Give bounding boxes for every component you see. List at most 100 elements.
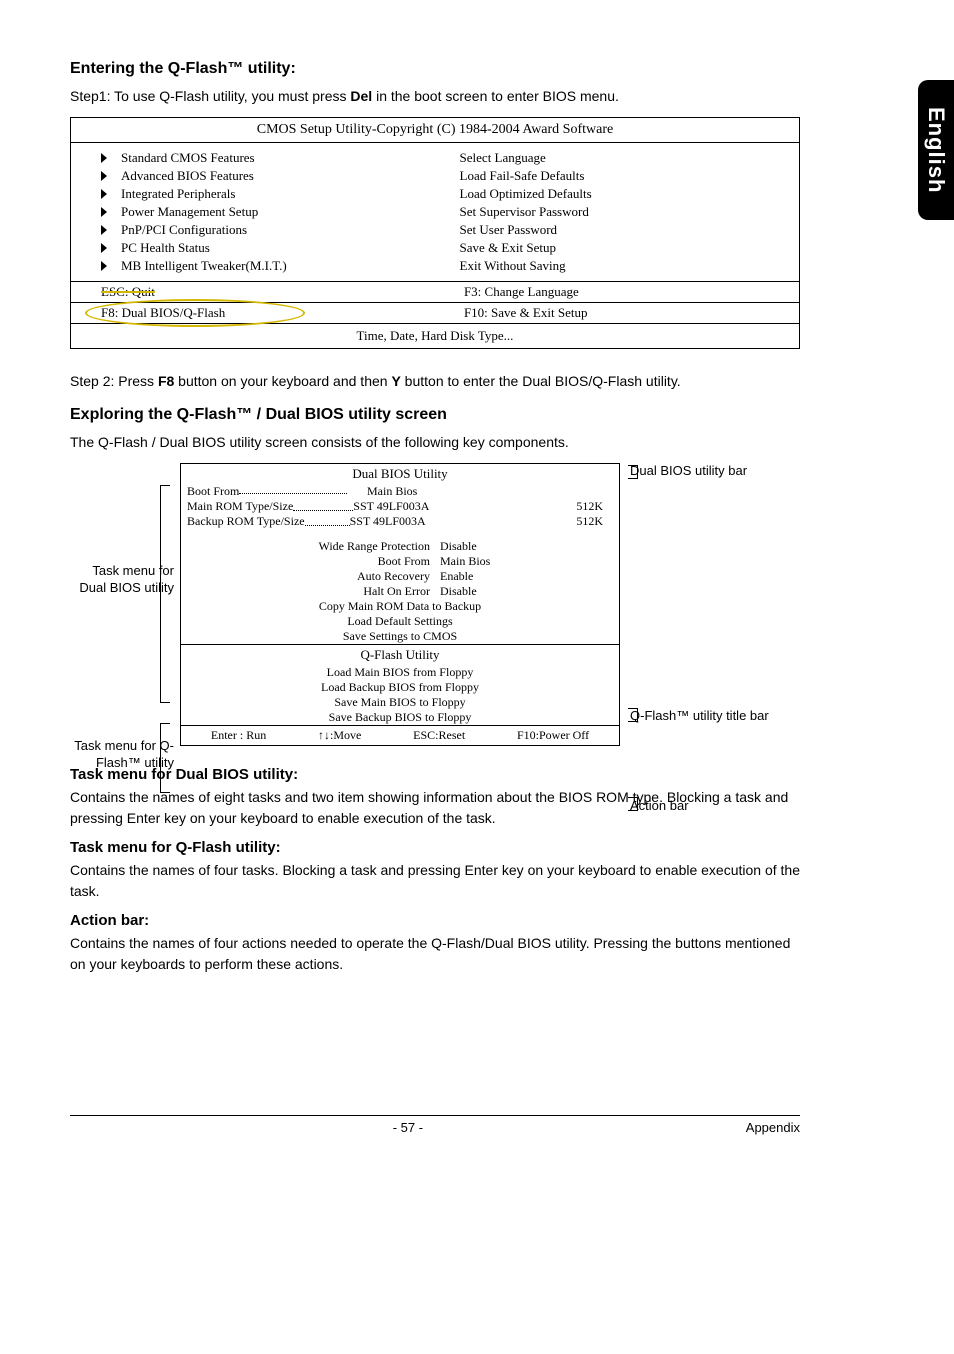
cmos-item-power[interactable]: Power Management Setup xyxy=(101,203,440,221)
pair-value: Enable xyxy=(440,569,540,584)
triangle-icon xyxy=(101,207,107,217)
boot-from-row: Boot From Main Bios xyxy=(181,484,619,499)
sec1-paragraph: Contains the names of eight tasks and tw… xyxy=(70,787,800,829)
cmos-item-label: Exit Without Saving xyxy=(460,258,566,274)
backup-rom-label: Backup ROM Type/Size xyxy=(187,514,305,529)
sec3-paragraph: Contains the names of four actions neede… xyxy=(70,933,800,975)
cmos-item-label: Load Fail-Safe Defaults xyxy=(460,168,585,184)
qflash-task-save-backup[interactable]: Save Backup BIOS to Floppy xyxy=(181,710,619,725)
boot-from-label: Boot From xyxy=(187,484,239,499)
label-dual-bios-task-menu: Task menu for Dual BIOS utility xyxy=(70,563,174,597)
key-esc-quit: ESC: Quit xyxy=(101,284,155,299)
dual-task-copy[interactable]: Copy Main ROM Data to Backup xyxy=(181,599,619,614)
cmos-item-exit-nosave[interactable]: Exit Without Saving xyxy=(460,257,789,275)
cmos-item-pnp[interactable]: PnP/PCI Configurations xyxy=(101,221,440,239)
pair-row[interactable]: Wide Range Protection Disable xyxy=(181,539,619,554)
cmos-item-save-exit[interactable]: Save & Exit Setup xyxy=(460,239,789,257)
dual-task-load-default[interactable]: Load Default Settings xyxy=(181,614,619,629)
bracket-left-icon xyxy=(160,723,170,793)
cmos-item-failsafe[interactable]: Load Fail-Safe Defaults xyxy=(460,167,789,185)
triangle-icon xyxy=(101,171,107,181)
cmos-item-label: Set Supervisor Password xyxy=(460,204,589,220)
main-rom-chip: SST 49LF003A xyxy=(353,499,429,514)
sec2-heading: Task menu for Q-Flash utility: xyxy=(70,839,800,856)
step2-y-key: Y xyxy=(391,373,400,389)
pair-label: Wide Range Protection xyxy=(260,539,430,554)
cmos-right-column: Select Language Load Fail-Safe Defaults … xyxy=(450,143,799,281)
step1-pre: Step1: To use Q-Flash utility, you must … xyxy=(70,88,350,104)
pair-value: Disable xyxy=(440,584,540,599)
cmos-item-label: PC Health Status xyxy=(121,240,210,256)
pair-row[interactable]: Boot FromMain Bios xyxy=(181,554,619,569)
label-dual-bios-bar: Dual BIOS utility bar xyxy=(630,463,747,478)
triangle-icon xyxy=(101,153,107,163)
dual-bios-title: Dual BIOS Utility xyxy=(181,464,619,484)
step1-post: in the boot screen to enter BIOS menu. xyxy=(372,88,619,104)
pair-label: Auto Recovery xyxy=(260,569,430,584)
cmos-columns: Standard CMOS Features Advanced BIOS Fea… xyxy=(71,143,799,282)
step2-pre: Step 2: Press xyxy=(70,373,158,389)
action-enter: Enter : Run xyxy=(211,728,266,743)
heading-exploring: Exploring the Q-Flash™ / Dual BIOS utili… xyxy=(70,406,800,424)
cmos-item-label: Integrated Peripherals xyxy=(121,186,235,202)
language-side-tab: English xyxy=(918,80,954,220)
triangle-icon xyxy=(101,243,107,253)
cmos-title: CMOS Setup Utility-Copyright (C) 1984-20… xyxy=(71,118,799,143)
footer-section: Appendix xyxy=(746,1120,800,1135)
cmos-item-mit[interactable]: MB Intelligent Tweaker(M.I.T.) xyxy=(101,257,440,275)
label-action-bar: Action bar xyxy=(630,798,689,813)
cmos-item-optimized[interactable]: Load Optimized Defaults xyxy=(460,185,789,203)
pair-row[interactable]: Auto Recovery Enable xyxy=(181,569,619,584)
qflash-task-load-backup[interactable]: Load Backup BIOS from Floppy xyxy=(181,680,619,695)
sec3-heading: Action bar: xyxy=(70,912,800,929)
step2-f8-key: F8 xyxy=(158,373,174,389)
cmos-item-advanced[interactable]: Advanced BIOS Features xyxy=(101,167,440,185)
side-tab-text: English xyxy=(923,107,949,193)
explore-paragraph: The Q-Flash / Dual BIOS utility screen c… xyxy=(70,432,800,453)
heading-entering-qflash: Entering the Q-Flash™ utility: xyxy=(70,60,800,78)
cmos-item-label: MB Intelligent Tweaker(M.I.T.) xyxy=(121,258,287,274)
pair-row[interactable]: Halt On Error Disable xyxy=(181,584,619,599)
cmos-item-label: Advanced BIOS Features xyxy=(121,168,254,184)
dotted-fill xyxy=(293,501,353,511)
footer-page-number: - 57 - xyxy=(393,1120,423,1135)
qflash-task-save-main[interactable]: Save Main BIOS to Floppy xyxy=(181,695,619,710)
key-f10-saveexit: F10: Save & Exit Setup xyxy=(464,305,799,321)
sec2-paragraph: Contains the names of four tasks. Blocki… xyxy=(70,860,800,902)
cmos-item-pchealth[interactable]: PC Health Status xyxy=(101,239,440,257)
right-labels: Dual BIOS utility bar Q-Flash™ utility t… xyxy=(620,463,790,746)
bracket-left-icon xyxy=(160,485,170,703)
dual-task-save-cmos[interactable]: Save Settings to CMOS xyxy=(181,629,619,644)
cmos-item-supervisor[interactable]: Set Supervisor Password xyxy=(460,203,789,221)
cmos-item-integrated[interactable]: Integrated Peripherals xyxy=(101,185,440,203)
main-rom-size: 512K xyxy=(533,499,613,514)
pair-label: Halt On Error xyxy=(260,584,430,599)
main-rom-label: Main ROM Type/Size xyxy=(187,499,293,514)
cmos-item-label: PnP/PCI Configurations xyxy=(121,222,247,238)
triangle-icon xyxy=(101,261,107,271)
action-bar: Enter : Run ↑↓:Move ESC:Reset F10:Power … xyxy=(181,725,619,745)
page-footer: - 57 - Appendix xyxy=(70,1115,800,1135)
action-f10: F10:Power Off xyxy=(517,728,589,743)
dotted-fill xyxy=(305,516,350,526)
cmos-footer: Time, Date, Hard Disk Type... xyxy=(71,324,799,348)
triangle-icon xyxy=(101,225,107,235)
action-move: ↑↓:Move xyxy=(318,728,361,743)
sec1-heading: Task menu for Dual BIOS utility: xyxy=(70,766,800,783)
qflash-task-load-main[interactable]: Load Main BIOS from Floppy xyxy=(181,665,619,680)
cmos-item-label: Standard CMOS Features xyxy=(121,150,255,166)
utility-diagram: Task menu for Dual BIOS utility Task men… xyxy=(70,463,800,746)
cmos-item-label: Set User Password xyxy=(460,222,558,238)
backup-rom-chip: SST 49LF003A xyxy=(350,514,426,529)
boot-from-value: Main Bios xyxy=(347,484,613,499)
action-esc: ESC:Reset xyxy=(413,728,465,743)
cmos-item-standard[interactable]: Standard CMOS Features xyxy=(101,149,440,167)
triangle-icon xyxy=(101,189,107,199)
pair-value: Main Bios xyxy=(440,554,540,569)
step2-post: button to enter the Dual BIOS/Q-Flash ut… xyxy=(401,373,681,389)
cmos-item-language[interactable]: Select Language xyxy=(460,149,789,167)
cmos-key-row-1: ESC: Quit F3: Change Language xyxy=(71,282,799,303)
step2-paragraph: Step 2: Press F8 button on your keyboard… xyxy=(70,371,800,392)
pair-value: Disable xyxy=(440,539,540,554)
cmos-item-user-pw[interactable]: Set User Password xyxy=(460,221,789,239)
